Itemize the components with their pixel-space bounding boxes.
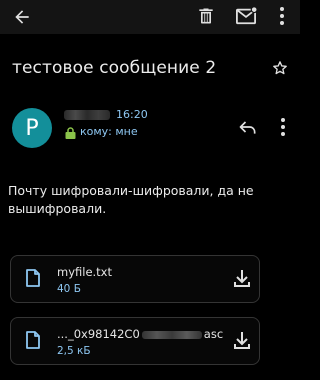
arrow-left-icon[interactable] — [12, 7, 32, 27]
message-time: 16:20 — [116, 108, 148, 121]
top-app-bar — [0, 0, 300, 34]
attachment-size: 40 Б — [57, 283, 81, 295]
attachment-name-prefix: ..._0x98142C0 — [57, 327, 140, 341]
avatar-initial: P — [25, 115, 39, 141]
attachment-card[interactable]: myfile.txt 40 Б — [10, 255, 260, 303]
attachment-name-suffix: asc — [203, 327, 224, 341]
lock-icon — [65, 127, 76, 139]
attachment-card[interactable]: ..._0x98142C0 asc 2,5 кБ — [10, 317, 260, 365]
download-icon[interactable] — [233, 268, 251, 288]
sender-avatar[interactable]: P — [12, 108, 52, 148]
file-icon — [26, 269, 40, 287]
recipient-label[interactable]: кому: мне — [80, 125, 138, 138]
trash-icon[interactable] — [196, 6, 216, 26]
more-vert-icon[interactable] — [279, 117, 287, 137]
reply-icon[interactable] — [238, 118, 258, 136]
star-icon[interactable] — [272, 60, 288, 76]
attachment-name: myfile.txt — [57, 265, 113, 279]
redacted-filename — [141, 330, 202, 339]
attachment-name: ..._0x98142C0 asc — [57, 327, 223, 341]
mail-icon[interactable] — [235, 6, 257, 26]
file-icon — [26, 331, 40, 349]
download-icon[interactable] — [233, 330, 251, 350]
attachment-size: 2,5 кБ — [57, 345, 91, 357]
message-body: Почту шифровали-шифровали, да не вышифро… — [8, 183, 254, 216]
message-subject: тестовое сообщение 2 — [12, 58, 217, 78]
sender-name-redacted — [64, 110, 110, 120]
more-vert-icon[interactable] — [278, 6, 286, 26]
